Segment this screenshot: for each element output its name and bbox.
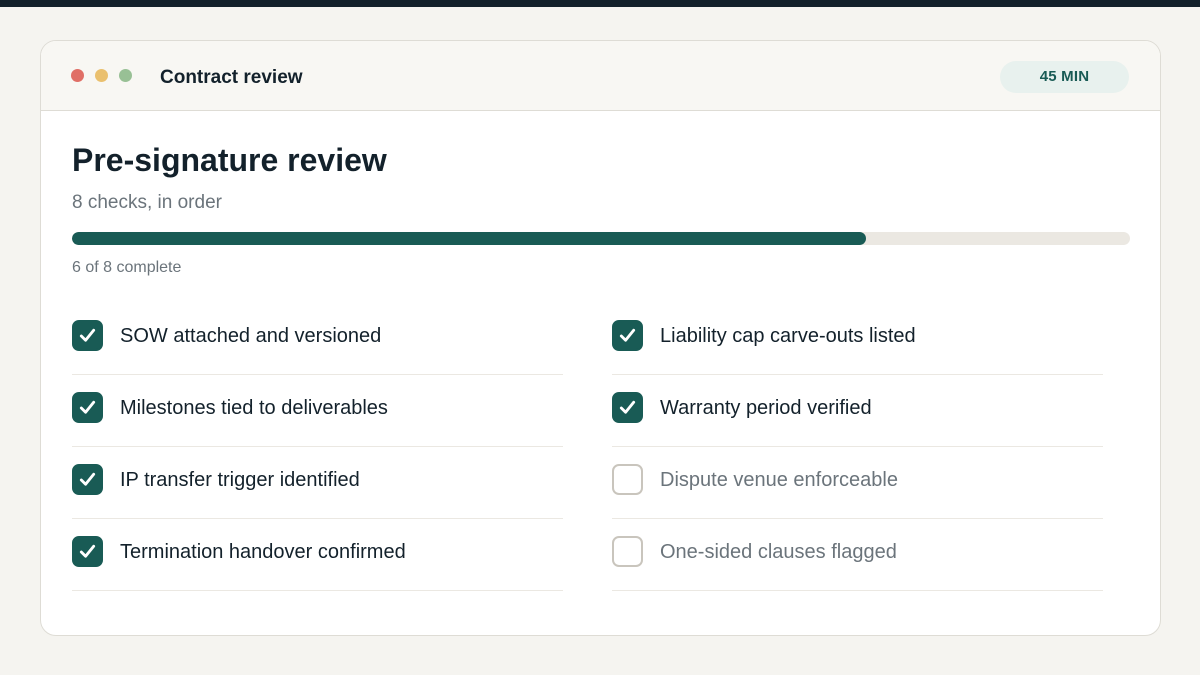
checklist-left-column: SOW attached and versioned Milestones tie… — [72, 303, 563, 591]
checkbox-unchecked[interactable] — [612, 464, 643, 495]
checkmark-icon — [79, 472, 96, 486]
checklist-item-label: Termination handover confirmed — [120, 541, 406, 563]
checklist-item[interactable]: Liability cap carve-outs listed — [612, 303, 1103, 375]
duration-badge: 45 MIN — [1000, 61, 1129, 93]
checkbox-checked[interactable] — [72, 392, 103, 423]
page-title: Pre-signature review — [72, 142, 387, 178]
checklist-item-label: Milestones tied to deliverables — [120, 397, 388, 419]
top-accent-bar — [0, 0, 1200, 7]
progress-bar — [72, 232, 1130, 245]
maximize-window-dot[interactable] — [119, 69, 132, 82]
checklist-item[interactable]: SOW attached and versioned — [72, 303, 563, 375]
close-window-dot[interactable] — [71, 69, 84, 82]
checklist-item[interactable]: Dispute venue enforceable — [612, 447, 1103, 519]
checklist-item-label: IP transfer trigger identified — [120, 469, 360, 491]
checkbox-unchecked[interactable] — [612, 536, 643, 567]
checkbox-checked[interactable] — [72, 320, 103, 351]
progress-label: 6 of 8 complete — [72, 259, 182, 276]
checklist-item[interactable]: One-sided clauses flagged — [612, 519, 1103, 591]
checklist-right-column: Liability cap carve-outs listed Warranty … — [612, 303, 1103, 591]
checklist-item[interactable]: Milestones tied to deliverables — [72, 375, 563, 447]
checklist-item-label: SOW attached and versioned — [120, 325, 382, 347]
checklist-item-label: Liability cap carve-outs listed — [660, 325, 916, 347]
checklist-item[interactable]: Termination handover confirmed — [72, 519, 563, 591]
contract-review-window: Contract review 45 MIN Pre-signature rev… — [40, 40, 1161, 636]
page-subtitle: 8 checks, in order — [72, 192, 222, 213]
checkmark-icon — [79, 328, 96, 342]
checkmark-icon — [79, 400, 96, 414]
checklist-item-label: Warranty period verified — [660, 397, 872, 419]
window-title: Contract review — [160, 67, 303, 88]
checkbox-checked[interactable] — [612, 392, 643, 423]
checklist-item[interactable]: Warranty period verified — [612, 375, 1103, 447]
checkbox-checked[interactable] — [72, 536, 103, 567]
checkmark-icon — [79, 544, 96, 558]
checklist-item-label: Dispute venue enforceable — [660, 469, 898, 491]
checkbox-checked[interactable] — [612, 320, 643, 351]
checklist-item-label: One-sided clauses flagged — [660, 541, 897, 563]
minimize-window-dot[interactable] — [95, 69, 108, 82]
checklist-item[interactable]: IP transfer trigger identified — [72, 447, 563, 519]
progress-bar-fill — [72, 232, 866, 245]
window-titlebar: Contract review 45 MIN — [41, 41, 1160, 111]
checkmark-icon — [619, 328, 636, 342]
checkbox-checked[interactable] — [72, 464, 103, 495]
checkmark-icon — [619, 400, 636, 414]
